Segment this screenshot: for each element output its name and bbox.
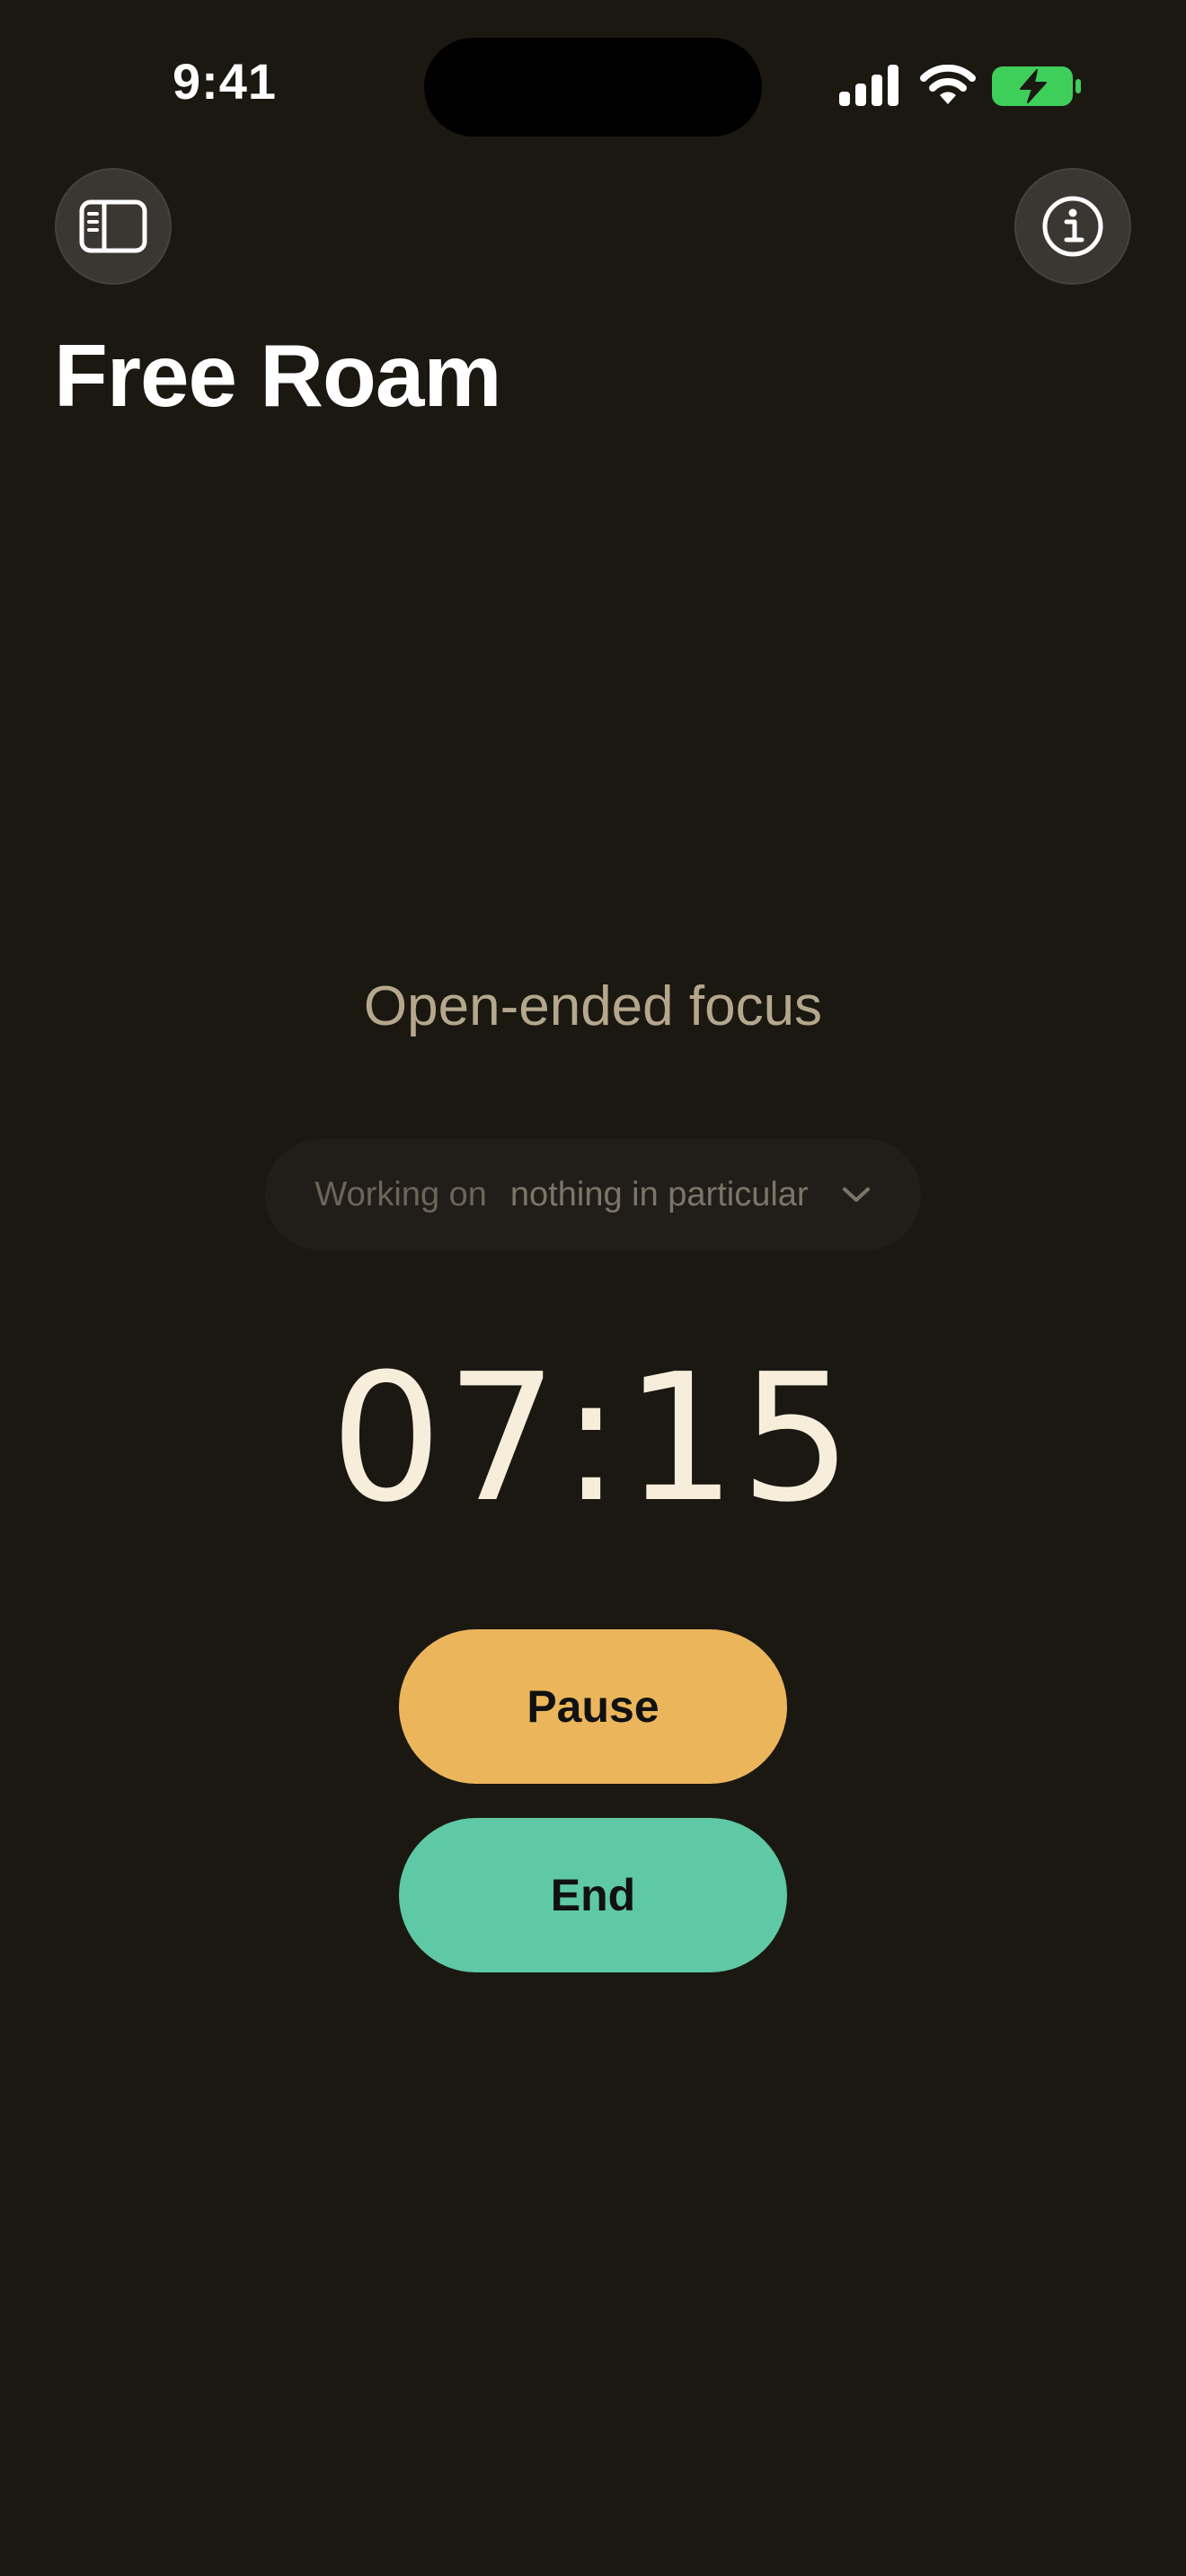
session-subtitle: Open-ended focus — [363, 975, 823, 1037]
page-title: Free Roam — [54, 326, 502, 425]
status-icons — [839, 65, 1082, 110]
info-button[interactable] — [1014, 168, 1131, 285]
pause-button[interactable]: Pause — [399, 1629, 787, 1784]
battery-charging-icon — [992, 66, 1081, 106]
status-bar: 9:41 — [0, 0, 1186, 171]
working-on-label: Working on — [314, 1175, 487, 1213]
cellular-signal-icon — [839, 65, 898, 106]
dynamic-island — [424, 38, 762, 137]
end-button-label: End — [550, 1870, 636, 1920]
sidebar-button[interactable] — [55, 168, 172, 285]
sidebar-icon — [79, 199, 147, 253]
wifi-icon — [920, 65, 976, 104]
timer-display: 07:15 — [330, 1337, 856, 1541]
chevron-down-icon — [842, 1187, 870, 1202]
pause-button-label: Pause — [527, 1681, 659, 1732]
working-on-dropdown[interactable]: Working on nothing in particular — [265, 1139, 921, 1250]
info-icon — [1042, 196, 1103, 257]
working-on-value: nothing in particular — [509, 1175, 809, 1213]
end-button[interactable]: End — [399, 1818, 787, 1972]
status-time: 9:41 — [172, 53, 278, 110]
